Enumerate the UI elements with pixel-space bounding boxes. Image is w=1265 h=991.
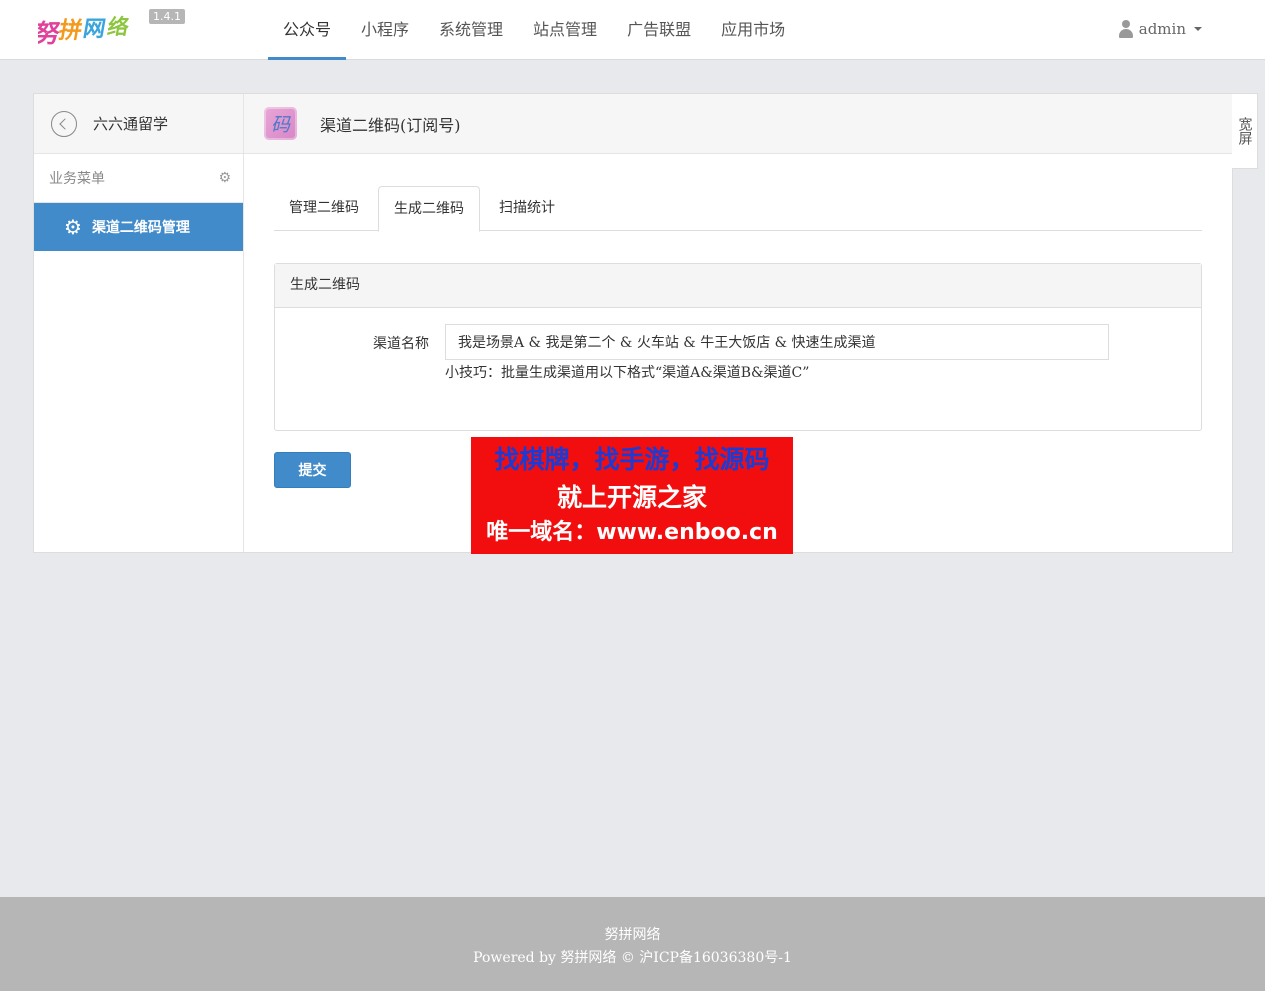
tab-generate-qrcode[interactable]: 生成二维码 xyxy=(378,186,480,232)
nav-item-system-management[interactable]: 系统管理 xyxy=(424,0,518,60)
footer-copyright: Powered by 努拼网络 © 沪ICP备16036380号-1 xyxy=(473,950,792,966)
form-tip: 小技巧：批量生成渠道用以下格式“渠道A&渠道B&渠道C” xyxy=(445,365,810,381)
page-title: 渠道二维码(订阅号) xyxy=(320,115,461,135)
ad-line-1: 找棋牌，找手游，找源码 xyxy=(494,445,770,474)
nav-item-app-market[interactable]: 应用市场 xyxy=(706,0,800,60)
ad-banner[interactable]: 找棋牌，找手游，找源码 就上开源之家 唯一域名：www.enboo.cn xyxy=(471,437,793,554)
content-header: 码 渠道二维码(订阅号) xyxy=(244,94,1232,154)
tab-scan-stats[interactable]: 扫描统计 xyxy=(484,186,570,231)
sidebar-item-label: 渠道二维码管理 xyxy=(91,220,190,236)
channel-name-label: 渠道名称 xyxy=(373,336,429,352)
generate-form-box: 生成二维码 渠道名称 小技巧：批量生成渠道用以下格式“渠道A&渠道B&渠道C” xyxy=(274,263,1202,431)
settings-gear-icon[interactable]: ⚙ xyxy=(218,170,231,186)
menu-title: 业务菜单 xyxy=(49,171,105,187)
chevron-down-icon xyxy=(1194,27,1202,31)
svg-text:拼: 拼 xyxy=(57,17,85,44)
back-icon[interactable] xyxy=(51,110,77,137)
gear-icon: ⚙ xyxy=(64,215,82,239)
qrcode-module-icon: 码 xyxy=(264,107,297,140)
version-badge: 1.4.1 xyxy=(149,9,185,24)
nav-item-site-management[interactable]: 站点管理 xyxy=(518,0,612,60)
channel-name-input[interactable] xyxy=(445,324,1109,360)
nav-item-official-account[interactable]: 公众号 xyxy=(268,0,347,60)
tab-manage-qrcode[interactable]: 管理二维码 xyxy=(274,186,374,231)
user-icon xyxy=(1118,20,1133,38)
wide-screen-button[interactable]: 宽屏 xyxy=(1232,93,1258,169)
sidebar-item-channel-qrcode[interactable]: ⚙ 渠道二维码管理 xyxy=(34,203,243,251)
user-menu[interactable]: admin xyxy=(1118,20,1202,38)
main-nav: 公众号 小程序 系统管理 站点管理 广告联盟 应用市场 xyxy=(268,0,800,60)
top-navbar: 努 拼 网 络 1.4.1 公众号 小程序 系统管理 站点管理 广告联盟 应用市… xyxy=(0,0,1265,60)
submit-button[interactable]: 提交 xyxy=(274,452,351,488)
sidebar: 六六通留学 业务菜单 ⚙ ⚙ 渠道二维码管理 xyxy=(34,94,244,552)
account-name: 六六通留学 xyxy=(93,115,169,133)
nav-item-mini-program[interactable]: 小程序 xyxy=(346,0,424,60)
account-header: 六六通留学 xyxy=(34,94,243,154)
tab-bar: 管理二维码 生成二维码 扫描统计 xyxy=(274,186,1202,232)
footer: 努拼网络 Powered by 努拼网络 © 沪ICP备16036380号-1 xyxy=(0,897,1265,991)
nav-item-ad-alliance[interactable]: 广告联盟 xyxy=(612,0,706,60)
username: admin xyxy=(1138,20,1186,38)
svg-text:络: 络 xyxy=(106,14,131,39)
ad-line-2: 就上开源之家 xyxy=(556,483,707,512)
svg-text:网: 网 xyxy=(81,16,108,42)
footer-brand: 努拼网络 xyxy=(604,927,661,943)
box-title: 生成二维码 xyxy=(275,264,1201,308)
brand-logo[interactable]: 努 拼 网 络 xyxy=(38,14,138,50)
ad-line-3: 唯一域名：www.enboo.cn xyxy=(486,520,778,545)
menu-header: 业务菜单 ⚙ xyxy=(34,154,243,203)
